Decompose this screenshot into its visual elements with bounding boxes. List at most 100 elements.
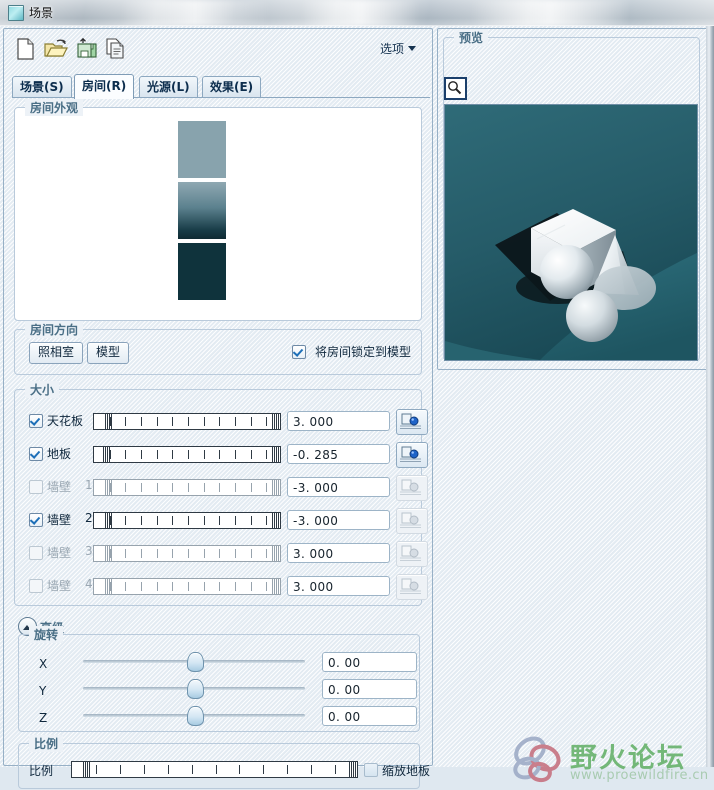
preview-zoom-button[interactable] — [444, 77, 467, 100]
wall-3-index: 3 — [85, 544, 93, 558]
wall-2-checkbox[interactable] — [29, 513, 43, 527]
floor-value[interactable]: -0. 285 — [287, 444, 390, 464]
wall-3-slider[interactable] — [93, 545, 281, 562]
camera-room-label: 照相室 — [38, 345, 75, 359]
wall-2-value[interactable]: -3. 000 — [287, 510, 390, 530]
rotation-z-value[interactable]: 0. 00 — [322, 706, 417, 726]
copy-button[interactable] — [102, 35, 130, 63]
tab-scene-label: 场景(S) — [20, 80, 64, 94]
plane-pick-icon — [400, 479, 421, 495]
new-file-button[interactable] — [12, 35, 40, 63]
wall-2-pick-button[interactable] — [396, 508, 428, 534]
copy-pages-icon — [106, 38, 124, 59]
watermark: 野火论坛 www.proewildfire.cn — [508, 734, 708, 790]
wall-2-slider[interactable] — [93, 512, 281, 529]
size-group: 大小 天花板 3. 000 地板 -0. 285 墙壁 1 -3. 000 墙壁… — [14, 381, 428, 606]
room-direction-legend: 房间方向 — [25, 321, 84, 338]
wall-4-index: 4 — [85, 577, 93, 591]
save-file-button[interactable] — [72, 35, 100, 63]
chevron-down-icon — [408, 46, 416, 51]
scale-legend: 比例 — [29, 735, 64, 752]
wall-1-checkbox[interactable] — [29, 480, 43, 494]
floor-pick-button[interactable] — [396, 442, 428, 468]
tab-scene[interactable]: 场景(S) — [12, 76, 72, 97]
tab-effects-label: 效果(E) — [210, 80, 254, 94]
rotation-x-label: X — [39, 657, 48, 671]
rotation-x-slider[interactable] — [83, 652, 305, 672]
room-direction-group: 房间方向 照相室 模型 将房间锁定到模型 — [14, 321, 422, 375]
rotation-x-value[interactable]: 0. 00 — [322, 652, 417, 672]
client-area: 选项 场景(S) 房间(R) 光源(L) 效果(E) 房间外观 房间方向 照相室… — [0, 26, 714, 789]
rotation-y-thumb[interactable] — [187, 679, 204, 699]
watermark-url: www.proewildfire.cn — [570, 768, 709, 783]
preview-legend: 预览 — [454, 29, 489, 46]
rotation-z-thumb[interactable] — [187, 706, 204, 726]
wall-1-value[interactable]: -3. 000 — [287, 477, 390, 497]
rotation-z-label: Z — [39, 711, 48, 725]
plane-pick-icon — [400, 545, 421, 561]
rotation-y-value[interactable]: 0. 00 — [322, 679, 417, 699]
wall-1-slider[interactable] — [93, 479, 281, 496]
rotation-y-slider[interactable] — [83, 679, 305, 699]
floor-label: 地板 — [47, 447, 72, 461]
wall-3-pick-button[interactable] — [396, 541, 428, 567]
lock-room-to-model-checkbox[interactable] — [292, 344, 307, 359]
wall-3-label: 墙壁 — [47, 546, 72, 560]
wall-1-label: 墙壁 — [47, 480, 72, 494]
preview-scene — [445, 105, 697, 360]
wall-4-pick-button[interactable] — [396, 574, 428, 600]
rotation-z-slider[interactable] — [83, 706, 305, 726]
tab-room-label: 房间(R) — [82, 79, 127, 93]
camera-room-button[interactable]: 照相室 — [29, 342, 84, 364]
rotation-legend: 旋转 — [29, 626, 64, 643]
model-label: 模型 — [96, 345, 121, 359]
ceiling-pick-button[interactable] — [396, 409, 428, 435]
right-glass-strip — [706, 26, 714, 767]
size-legend: 大小 — [25, 381, 60, 398]
tab-light-label: 光源(L) — [147, 80, 190, 94]
left-panel: 选项 场景(S) 房间(R) 光源(L) 效果(E) 房间外观 房间方向 照相室… — [3, 28, 433, 789]
tab-strip: 场景(S) 房间(R) 光源(L) 效果(E) — [12, 74, 430, 99]
room-appearance-legend: 房间外观 — [25, 99, 84, 116]
application-window: 场景 选项 场景(S) 房间(R) 光源(L) 效果(E) 房间外观 房间方向 … — [0, 0, 714, 789]
title-bar: 场景 — [0, 0, 714, 26]
model-button[interactable]: 模型 — [87, 342, 130, 364]
ceiling-value[interactable]: 3. 000 — [287, 411, 390, 431]
wall-4-checkbox[interactable] — [29, 579, 43, 593]
wall-2-index: 2 — [85, 511, 93, 525]
scale-group: 比例 比例 缩放地板 — [18, 735, 430, 789]
wall-4-value[interactable]: 3. 000 — [287, 576, 390, 596]
preview-image[interactable] — [444, 104, 698, 361]
scale-floor-checkbox[interactable] — [364, 763, 378, 777]
plane-pick-icon — [400, 413, 421, 429]
lock-room-to-model-label: 将房间锁定到模型 — [314, 345, 411, 359]
wall-4-label: 墙壁 — [47, 579, 72, 593]
open-file-button[interactable] — [42, 35, 70, 63]
room-swatch-1[interactable] — [178, 121, 226, 178]
wall-3-value[interactable]: 3. 000 — [287, 543, 390, 563]
plane-pick-icon — [400, 446, 421, 462]
room-swatch-3[interactable] — [178, 243, 226, 300]
ceiling-slider[interactable] — [93, 413, 281, 430]
options-label: 选项 — [379, 42, 404, 56]
options-menu-button[interactable]: 选项 — [380, 40, 416, 57]
room-swatch-2[interactable] — [178, 182, 226, 239]
lock-room-to-model-row[interactable]: 将房间锁定到模型 — [292, 343, 411, 360]
magnifier-icon — [448, 81, 462, 95]
floor-slider[interactable] — [93, 446, 281, 463]
floor-checkbox[interactable] — [29, 447, 43, 461]
rotation-x-thumb[interactable] — [187, 652, 204, 672]
plane-pick-icon — [400, 578, 421, 594]
wall-1-pick-button[interactable] — [396, 475, 428, 501]
ceiling-checkbox[interactable] — [29, 414, 43, 428]
wall-3-checkbox[interactable] — [29, 546, 43, 560]
tab-room[interactable]: 房间(R) — [74, 74, 135, 99]
scale-slider[interactable] — [71, 761, 358, 778]
wall-4-slider[interactable] — [93, 578, 281, 595]
tab-effects[interactable]: 效果(E) — [202, 76, 262, 97]
wildfire-logo-icon — [513, 736, 561, 783]
tab-light[interactable]: 光源(L) — [139, 76, 198, 97]
save-disk-icon — [77, 38, 97, 58]
open-folder-icon — [44, 39, 68, 57]
wall-1-index: 1 — [85, 478, 93, 492]
